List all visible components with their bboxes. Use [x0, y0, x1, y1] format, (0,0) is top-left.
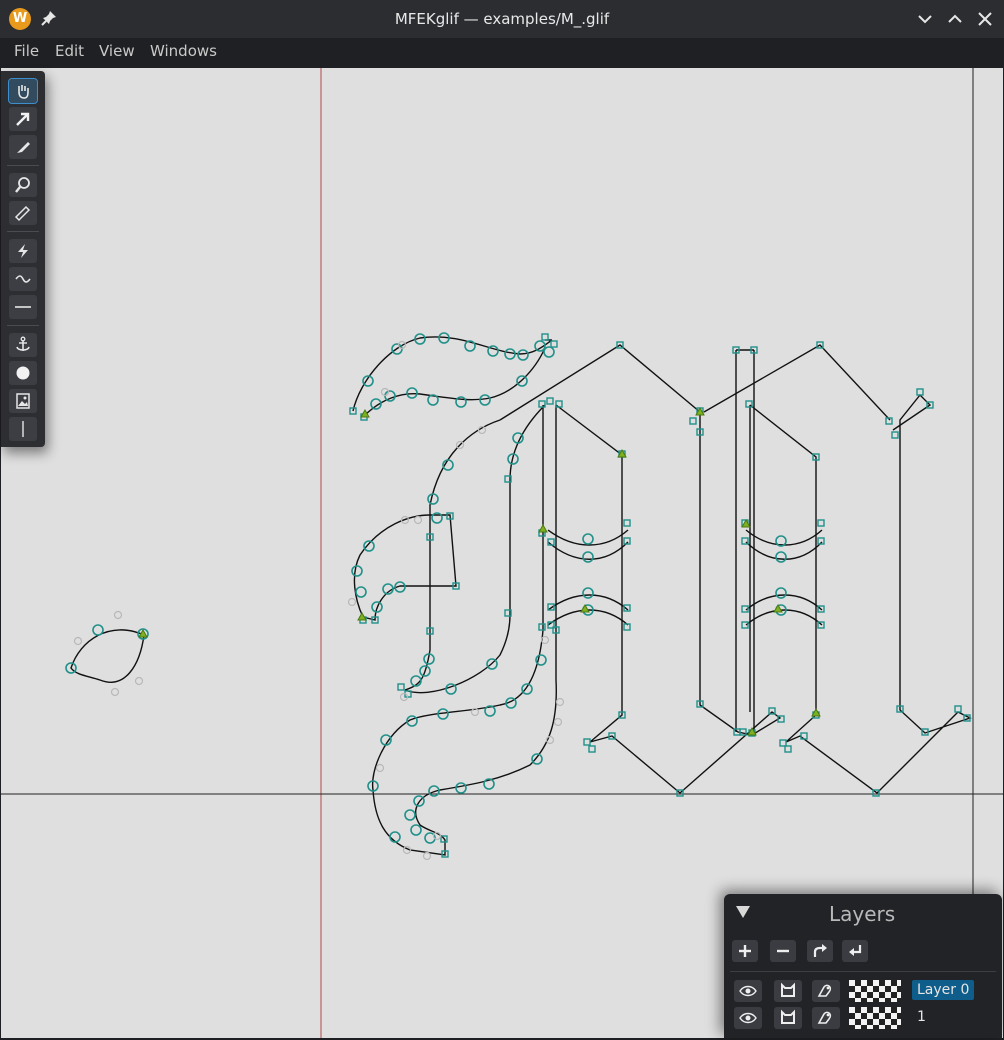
palette-icon: [817, 1011, 832, 1024]
move-layer-up-button[interactable]: [807, 940, 833, 962]
toolbox-separator: [7, 325, 39, 326]
layers-divider: [730, 971, 996, 972]
layer-visibility-toggle[interactable]: [734, 1007, 762, 1029]
layers-title: Layers: [829, 902, 896, 926]
tool-dash[interactable]: [9, 239, 37, 263]
magnifier-icon: [15, 177, 30, 193]
layer-name[interactable]: 1: [912, 1007, 931, 1027]
add-icon: [739, 945, 751, 957]
tool-measure[interactable]: [9, 201, 37, 225]
tool-anchors[interactable]: [9, 333, 37, 357]
tool-pen[interactable]: [9, 135, 37, 159]
layers-panel: Layers Layer 0 1: [724, 894, 1002, 1038]
tool-guidelines[interactable]: [9, 417, 37, 441]
move-up-icon: [813, 944, 827, 957]
minimize-icon[interactable]: [915, 9, 935, 29]
mask-icon: [781, 982, 795, 997]
layer-thumbnail: [849, 980, 901, 1002]
add-layer-button[interactable]: [732, 940, 758, 962]
palette-icon: [817, 984, 832, 997]
start-points[interactable]: [138, 406, 821, 736]
tool-pap[interactable]: [9, 267, 37, 291]
layer-color-button[interactable]: [812, 1007, 840, 1029]
eye-icon: [739, 1012, 757, 1024]
tool-zoom[interactable]: [9, 173, 37, 197]
ruler-icon: [14, 205, 31, 222]
eye-icon: [739, 985, 757, 997]
remove-icon: [777, 949, 789, 953]
menu-windows[interactable]: Windows: [150, 42, 217, 60]
title-bar: W MFEKglif — examples/M_.glif: [0, 0, 1004, 38]
layer-visibility-toggle[interactable]: [734, 980, 762, 1002]
toolbox: [1, 71, 45, 447]
collapse-triangle-icon[interactable]: [736, 906, 750, 918]
image-icon: [16, 393, 30, 409]
glyph-canvas[interactable]: [1, 68, 1003, 1038]
toolbox-separator: [7, 231, 39, 232]
layer-outline-toggle[interactable]: [774, 1007, 802, 1029]
anchor-icon: [16, 336, 30, 351]
tool-pan[interactable]: [8, 78, 38, 104]
menu-edit[interactable]: Edit: [55, 42, 84, 60]
move-layer-down-button[interactable]: [842, 940, 868, 962]
tool-shapes[interactable]: [9, 361, 37, 385]
glyph-outline: [70, 336, 972, 856]
toolbox-separator: [7, 165, 39, 166]
close-icon[interactable]: [975, 9, 995, 29]
layer-thumbnail: [849, 1007, 901, 1029]
vertical-line-icon: [22, 421, 24, 437]
mask-icon: [781, 1009, 795, 1024]
menu-bar: File Edit View Windows: [0, 38, 1004, 68]
tool-image[interactable]: [9, 389, 37, 413]
layers-header[interactable]: Layers: [724, 894, 1002, 932]
lightning-icon: [18, 244, 28, 258]
tool-vws[interactable]: [9, 295, 37, 319]
move-down-icon: [849, 945, 862, 956]
layer-name[interactable]: Layer 0: [912, 980, 975, 1000]
layer-color-button[interactable]: [812, 980, 840, 1002]
remove-layer-button[interactable]: [770, 940, 796, 962]
menu-file[interactable]: File: [14, 42, 39, 60]
menu-view[interactable]: View: [99, 42, 135, 60]
arrow-icon: [16, 112, 30, 126]
circle-icon: [16, 366, 30, 380]
window-title: MFEKglif — examples/M_.glif: [394, 10, 610, 28]
tool-select[interactable]: [9, 107, 37, 131]
maximize-icon[interactable]: [945, 9, 965, 29]
pen-icon: [17, 142, 30, 153]
wave-icon: [15, 275, 31, 283]
curve-points[interactable]: [65, 332, 787, 844]
glyph-drawing[interactable]: [1, 68, 1003, 1038]
line-icon: [15, 306, 31, 308]
hand-icon: [18, 85, 29, 99]
corner-points[interactable]: [349, 333, 971, 858]
handle-points[interactable]: [73, 340, 565, 861]
layer-outline-toggle[interactable]: [774, 980, 802, 1002]
